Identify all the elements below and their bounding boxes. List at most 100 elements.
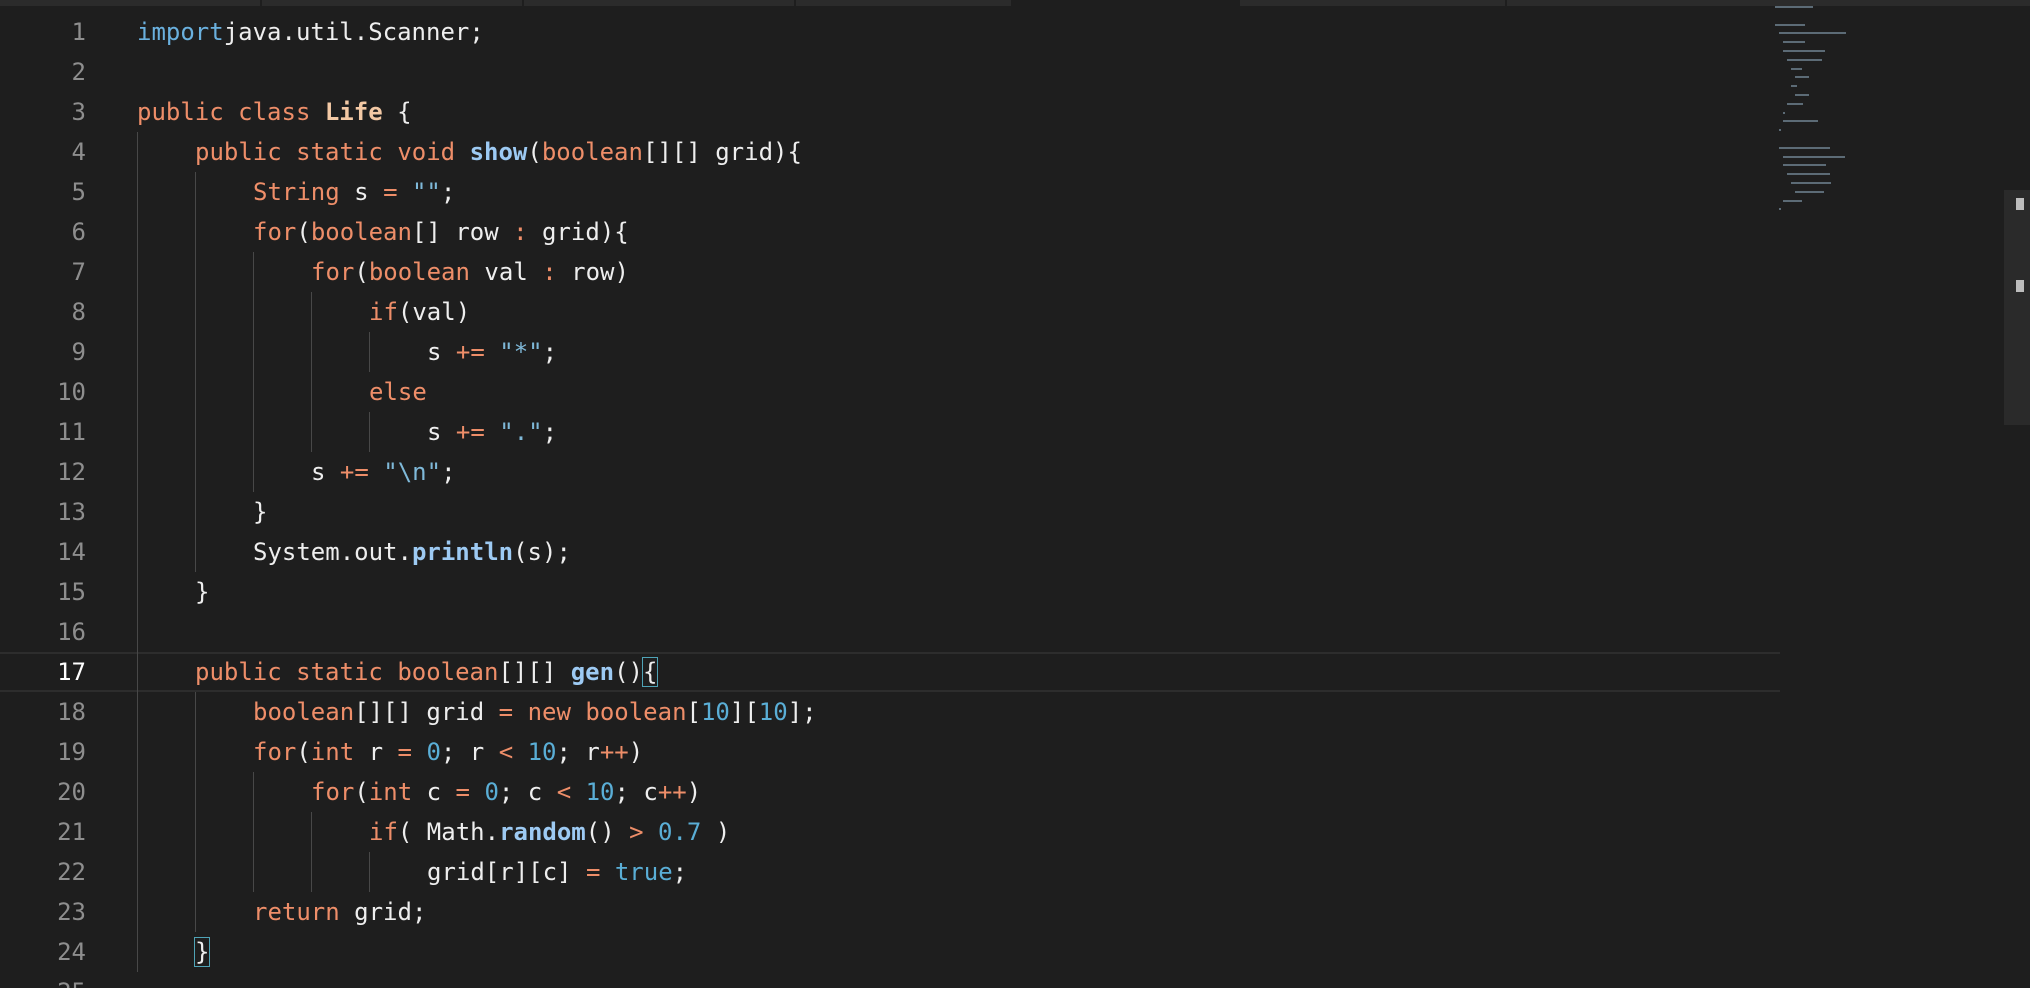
code-text: System.out.println(s);	[253, 532, 571, 572]
code-token: static	[296, 658, 383, 686]
code-token: ;	[542, 338, 558, 366]
code-token: println	[411, 538, 514, 566]
minimap-line	[1783, 199, 1803, 202]
code-line[interactable]: 13}	[0, 492, 1780, 532]
code-token: boolean	[541, 138, 643, 166]
code-line[interactable]: 3 public class Life {	[0, 92, 1780, 132]
code-line[interactable]: 5 String s = "";	[0, 172, 1780, 212]
code-token: }	[253, 498, 268, 526]
minimap-line	[1787, 173, 1831, 176]
code-token: ; c	[614, 778, 658, 806]
code-token: for	[311, 258, 355, 286]
minimap-line	[1795, 94, 1810, 96]
code-line[interactable]: 6 for(boolean[] row : grid){	[0, 212, 1780, 252]
code-token: else	[369, 378, 427, 406]
code-line[interactable]: 22 grid[r][c] = true;	[0, 852, 1780, 892]
code-editor[interactable]: 1 importjava.util.Scanner; 2 3 public class …	[0, 6, 1780, 988]
code-text: }	[195, 572, 209, 612]
code-text: return grid;	[253, 892, 426, 932]
code-line[interactable]: 17 public static boolean[][] gen(){	[0, 652, 1780, 692]
code-token: ; r	[556, 738, 600, 766]
code-token: (	[527, 138, 542, 166]
code-text: grid[r][c] = true;	[427, 852, 687, 892]
code-line[interactable]: 25	[0, 972, 1780, 988]
code-token: 10	[527, 738, 557, 766]
line-number: 19	[57, 738, 86, 766]
indent-guide	[137, 132, 138, 972]
code-line[interactable]: 20 for(int c = 0; c < 10; c++)	[0, 772, 1780, 812]
line-number: 2	[71, 58, 86, 86]
code-token: (	[354, 778, 369, 806]
code-token: boolean	[397, 658, 499, 686]
code-token: =	[383, 178, 398, 206]
code-token: ;	[441, 458, 456, 486]
code-token: ++	[657, 778, 687, 806]
line-number: 24	[57, 938, 86, 966]
code-token: ;	[440, 178, 456, 206]
code-token: ];	[787, 698, 817, 726]
line-number: 20	[57, 778, 86, 806]
code-line[interactable]: 24}	[0, 932, 1780, 972]
code-text: s += ".";	[427, 412, 557, 452]
code-text: boolean[][] grid = new boolean[10][10];	[253, 692, 817, 732]
indent-guide	[369, 852, 370, 892]
code-token: for	[311, 778, 355, 806]
line-number: 7	[71, 258, 86, 286]
code-text: for(int c = 0; c < 10; c++)	[311, 772, 701, 812]
code-token: )	[701, 818, 731, 846]
code-text: if( Math.random() > 0.7 )	[369, 812, 730, 852]
line-number: 17	[57, 658, 86, 686]
code-line[interactable]: 11 s += ".";	[0, 412, 1780, 452]
code-token: =	[397, 738, 412, 766]
minimap-line	[1783, 111, 1785, 114]
code-line[interactable]: 1 importjava.util.Scanner;	[0, 12, 1780, 52]
code-line[interactable]: 23 return grid;	[0, 892, 1780, 932]
vertical-scrollbar[interactable]	[2004, 190, 2030, 425]
code-line[interactable]: 19 for(int r = 0; r < 10; r++)	[0, 732, 1780, 772]
code-line[interactable]: 2	[0, 52, 1780, 92]
code-token: "*"	[499, 338, 543, 366]
code-token: ; c	[498, 778, 557, 806]
code-token: [][]	[498, 658, 571, 686]
minimap[interactable]	[1775, 6, 2005, 336]
code-token: :	[542, 258, 557, 286]
code-token: [][] grid){	[642, 138, 802, 166]
minimap-line	[1779, 129, 1781, 132]
minimap-line	[1795, 190, 1824, 193]
minimap-line	[1783, 41, 1806, 44]
code-line[interactable]: 14 System.out.println(s);	[0, 532, 1780, 572]
code-token: (	[296, 218, 311, 246]
line-number: 13	[57, 498, 86, 526]
scrollbar-marker	[2016, 280, 2024, 292]
code-line[interactable]: 15}	[0, 572, 1780, 612]
code-line[interactable]: 8 if(val)	[0, 292, 1780, 332]
code-token: (	[354, 258, 369, 286]
code-token: for	[253, 738, 297, 766]
code-token: s	[427, 338, 456, 366]
indent-guide	[369, 332, 370, 372]
code-token: if	[369, 818, 398, 846]
code-line[interactable]: 9 s += "*";	[0, 332, 1780, 372]
line-number: 23	[57, 898, 86, 926]
code-token: )	[686, 778, 702, 806]
code-token: val	[469, 258, 543, 286]
code-line[interactable]: 16	[0, 612, 1780, 652]
code-line[interactable]: 12 s += "\n";	[0, 452, 1780, 492]
code-line[interactable]: 7 for(boolean val : row)	[0, 252, 1780, 292]
code-token: [][] grid	[354, 698, 499, 726]
code-line[interactable]: 4 public static void show(boolean[][] gri…	[0, 132, 1780, 172]
line-number: 5	[71, 178, 86, 206]
minimap-line	[1783, 155, 1846, 158]
minimap-line	[1787, 102, 1803, 105]
code-line[interactable]: 21 if( Math.random() > 0.7 )	[0, 812, 1780, 852]
indent-guide	[195, 172, 196, 572]
code-line[interactable]: 10 else	[0, 372, 1780, 412]
code-line[interactable]: 18 boolean[][] grid = new boolean[10][10]…	[0, 692, 1780, 732]
